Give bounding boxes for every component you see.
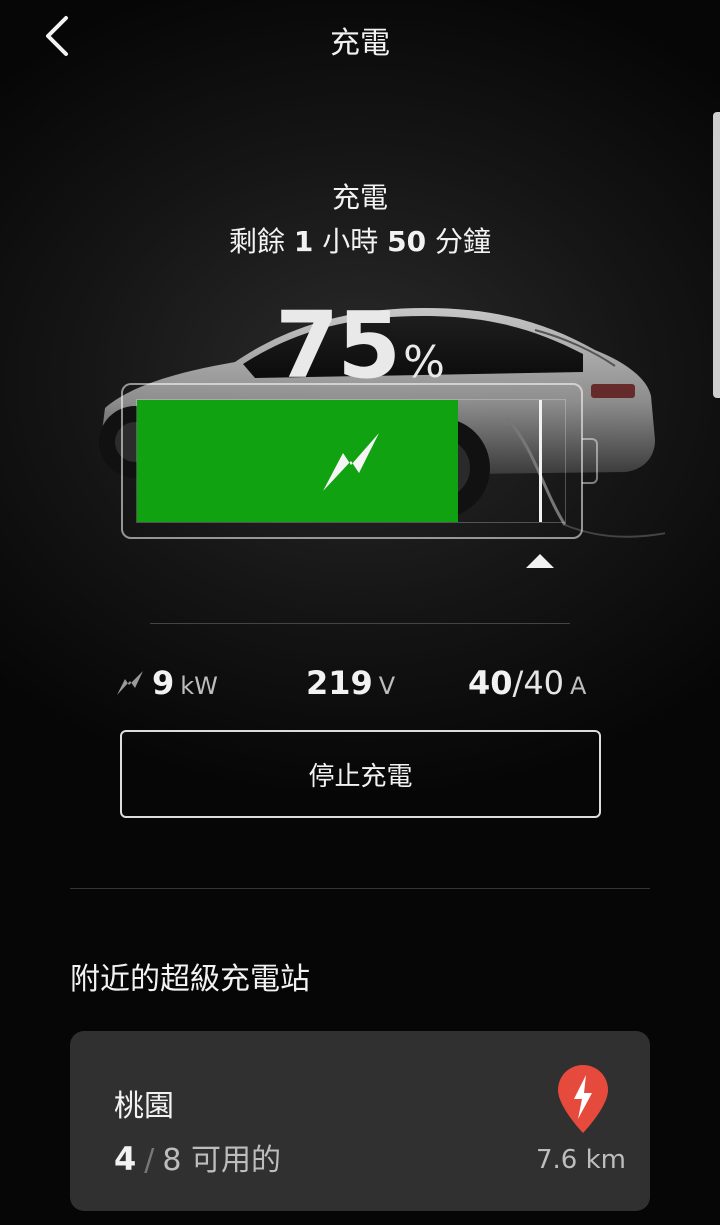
power-stat: 9 kW xyxy=(116,664,218,702)
charging-state: 充電 xyxy=(331,181,388,214)
available-count: 4 xyxy=(114,1140,137,1178)
time-remaining: 剩餘 1 小時 50 分鐘 xyxy=(0,220,720,264)
current-max: /40 xyxy=(512,664,565,702)
remaining-prefix: 剩餘 xyxy=(228,225,285,258)
station-availability: 4/8 可用的 xyxy=(114,1135,281,1179)
bolt-icon xyxy=(323,433,379,491)
total-count: 8 xyxy=(162,1143,182,1178)
supercharger-pin-icon xyxy=(558,1065,608,1133)
power-unit: kW xyxy=(180,672,218,700)
page-title: 充電 xyxy=(330,26,390,61)
battery-tip xyxy=(582,438,598,484)
battery-percent-sign: % xyxy=(403,337,445,388)
current-unit: A xyxy=(570,672,587,700)
remaining-minutes-unit: 分鐘 xyxy=(435,225,492,258)
header: 充電 xyxy=(0,0,720,80)
nearby-superchargers-title: 附近的超級充電站 xyxy=(70,962,310,997)
station-name: 桃園 xyxy=(114,1089,174,1124)
charge-limit-marker xyxy=(539,400,542,522)
charging-status: 充電 剩餘 1 小時 50 分鐘 xyxy=(0,176,720,264)
voltage-unit: V xyxy=(378,672,396,700)
charge-limit-handle[interactable] xyxy=(526,554,554,568)
remaining-hours-unit: 小時 xyxy=(322,225,379,258)
current-value: 40 xyxy=(468,664,513,702)
charging-stats: 9 kW 219 V 40/40 A xyxy=(0,664,720,714)
stop-charging-button[interactable]: 停止充電 xyxy=(120,730,601,818)
voltage-stat: 219 V xyxy=(306,664,395,702)
station-distance: 7.6 km xyxy=(536,1145,626,1175)
available-label: 可用的 xyxy=(191,1143,282,1178)
supercharger-card[interactable]: 桃園 4/8 可用的 7.6 km xyxy=(70,1031,650,1211)
divider xyxy=(150,623,570,624)
remaining-hours: 1 xyxy=(293,225,314,258)
power-value: 9 xyxy=(152,664,175,702)
availability-separator: / xyxy=(144,1143,155,1178)
current-stat: 40/40 A xyxy=(468,664,586,702)
remaining-minutes: 50 xyxy=(387,225,427,258)
voltage-value: 219 xyxy=(306,664,373,702)
divider xyxy=(70,888,650,889)
bolt-icon xyxy=(117,671,143,695)
battery-fill xyxy=(137,400,458,522)
